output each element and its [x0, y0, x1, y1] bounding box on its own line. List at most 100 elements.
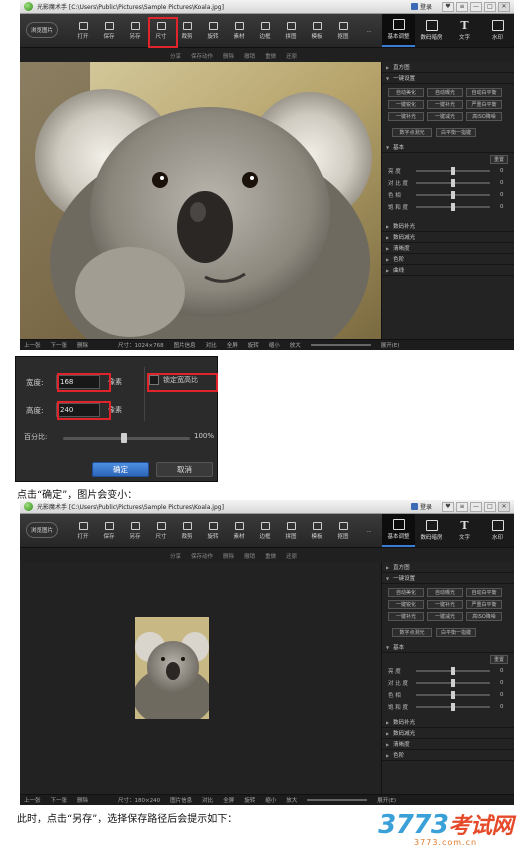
- slider-knob[interactable]: [451, 679, 455, 687]
- section-levels[interactable]: ▶ 色阶: [382, 750, 514, 761]
- ok-button[interactable]: 确定: [92, 462, 149, 477]
- section-levels[interactable]: ▶ 色阶: [382, 254, 514, 265]
- collage-button[interactable]: 拼图: [278, 14, 304, 47]
- next-image-button[interactable]: 下一张: [51, 796, 68, 804]
- redo-button[interactable]: 重做: [265, 552, 276, 560]
- one-click-sharpen-button[interactable]: 一键锐化: [388, 100, 424, 109]
- delete-action-button[interactable]: 删除: [223, 52, 234, 60]
- auto-white-balance-button[interactable]: 自动白平衡: [466, 588, 502, 597]
- save-button[interactable]: 保存: [96, 14, 122, 47]
- one-click-fill-light-button[interactable]: 一键补光: [427, 600, 463, 609]
- slider-knob[interactable]: [451, 691, 455, 699]
- section-fill-light[interactable]: ▶ 数码补光: [382, 221, 514, 232]
- crop-button[interactable]: 裁剪: [174, 14, 200, 47]
- severe-white-balance-button[interactable]: 严重白平衡: [466, 600, 502, 609]
- image-canvas[interactable]: [20, 562, 381, 794]
- enlarge-button[interactable]: 放大: [286, 796, 297, 804]
- section-histogram[interactable]: ▶ 直方图: [382, 62, 514, 73]
- delete-action-button[interactable]: 删除: [223, 552, 234, 560]
- tab-basic-adjust[interactable]: 基本调整: [382, 514, 415, 547]
- slider-knob[interactable]: [451, 203, 455, 211]
- reset-button[interactable]: 重置: [490, 655, 508, 664]
- restore-button[interactable]: 还原: [286, 52, 297, 60]
- cutout-button[interactable]: 抠图: [330, 514, 356, 547]
- rotate-status-button[interactable]: 旋转: [244, 796, 255, 804]
- high-iso-denoise-button[interactable]: 高ISO降噪: [466, 112, 502, 121]
- more-button[interactable]: ...: [356, 14, 382, 47]
- save-as-button[interactable]: 另存: [122, 514, 148, 547]
- one-click-fill-light-button[interactable]: 一键补光: [427, 100, 463, 109]
- one-click-sharpen-button[interactable]: 一键锐化: [388, 600, 424, 609]
- auto-white-balance-button[interactable]: 自动白平衡: [466, 88, 502, 97]
- slider-knob[interactable]: [451, 167, 455, 175]
- section-one-click[interactable]: ▼ 一键设置: [382, 73, 514, 84]
- fullscreen-button[interactable]: 全屏: [227, 341, 238, 349]
- section-fill-light[interactable]: ▶ 数码补光: [382, 717, 514, 728]
- contrast-slider[interactable]: 对 比 度 0: [382, 677, 514, 689]
- resize-button[interactable]: 尺寸: [148, 14, 178, 48]
- browse-images-button[interactable]: 浏览图片: [26, 522, 58, 538]
- section-curves[interactable]: ▶ 曲线: [382, 265, 514, 276]
- auto-beautify-button[interactable]: 自动美化: [388, 588, 424, 597]
- favorite-button[interactable]: ♥: [442, 501, 454, 512]
- open-button[interactable]: 打开: [70, 14, 96, 47]
- delete-image-button[interactable]: 删除: [77, 796, 88, 804]
- brightness-slider[interactable]: 亮 度 0: [382, 165, 514, 177]
- auto-exposure-button[interactable]: 自动曝光: [427, 588, 463, 597]
- section-histogram[interactable]: ▶ 直方图: [382, 562, 514, 573]
- menu-button[interactable]: ≡: [456, 501, 468, 512]
- save-button[interactable]: 保存: [96, 514, 122, 547]
- saturation-slider[interactable]: 饱 和 度 0: [382, 201, 514, 213]
- reset-button[interactable]: 重置: [490, 155, 508, 164]
- tab-watermark[interactable]: 水印: [481, 514, 514, 547]
- undo-button[interactable]: 撤销: [244, 52, 255, 60]
- menu-button[interactable]: ≡: [456, 1, 468, 12]
- image-info-button[interactable]: 图片信息: [170, 796, 192, 804]
- enlarge-button[interactable]: 放大: [290, 341, 301, 349]
- open-button[interactable]: 打开: [70, 514, 96, 547]
- hue-slider[interactable]: 色 相 0: [382, 689, 514, 701]
- border-button[interactable]: 边框: [252, 514, 278, 547]
- section-clarity[interactable]: ▶ 清晰度: [382, 739, 514, 750]
- expand-button[interactable]: 展开(E): [381, 341, 400, 349]
- cutout-button[interactable]: 抠图: [330, 14, 356, 47]
- zoom-slider[interactable]: [310, 344, 371, 346]
- more-button[interactable]: ...: [356, 514, 382, 547]
- spot-metering-button[interactable]: 数字点测光: [392, 628, 432, 637]
- image-info-button[interactable]: 图片信息: [174, 341, 196, 349]
- high-iso-denoise-button[interactable]: 高ISO降噪: [466, 612, 502, 621]
- redo-button[interactable]: 重做: [265, 52, 276, 60]
- auto-exposure-button[interactable]: 自动曝光: [427, 88, 463, 97]
- material-button[interactable]: 素材: [226, 514, 252, 547]
- white-balance-picker-button[interactable]: 白平衡一指键: [436, 128, 476, 137]
- white-balance-picker-button[interactable]: 白平衡一指键: [436, 628, 476, 637]
- auto-beautify-button[interactable]: 自动美化: [388, 88, 424, 97]
- close-button[interactable]: ✕: [498, 501, 510, 512]
- section-basic[interactable]: ▼ 基本: [382, 142, 514, 153]
- fullscreen-button[interactable]: 全屏: [223, 796, 234, 804]
- rotate-status-button[interactable]: 旋转: [248, 341, 259, 349]
- minimize-button[interactable]: —: [470, 1, 482, 12]
- one-click-reduce-light-button[interactable]: 一键减光: [427, 112, 463, 121]
- expand-button[interactable]: 展开(E): [377, 796, 396, 804]
- collage-button[interactable]: 拼图: [278, 514, 304, 547]
- share-button[interactable]: 分享: [170, 552, 181, 560]
- contrast-slider[interactable]: 对 比 度 0: [382, 177, 514, 189]
- cancel-button[interactable]: 取消: [156, 462, 213, 477]
- save-action-button[interactable]: 保存动作: [191, 52, 213, 60]
- save-as-button[interactable]: 另存: [122, 14, 148, 47]
- slider-knob[interactable]: [451, 191, 455, 199]
- next-image-button[interactable]: 下一张: [51, 341, 68, 349]
- tab-digital-darkroom[interactable]: 数码暗房: [415, 14, 448, 47]
- tab-digital-darkroom[interactable]: 数码暗房: [415, 514, 448, 547]
- slider-knob[interactable]: [451, 667, 455, 675]
- shrink-button[interactable]: 缩小: [269, 341, 280, 349]
- tab-watermark[interactable]: 水印: [481, 14, 514, 47]
- brightness-slider[interactable]: 亮 度 0: [382, 665, 514, 677]
- saturation-slider[interactable]: 饱 和 度 0: [382, 701, 514, 713]
- percent-slider[interactable]: [63, 433, 190, 443]
- delete-image-button[interactable]: 删除: [77, 341, 88, 349]
- section-basic[interactable]: ▼ 基本: [382, 642, 514, 653]
- maximize-button[interactable]: □: [484, 1, 496, 12]
- compare-button[interactable]: 对比: [206, 341, 217, 349]
